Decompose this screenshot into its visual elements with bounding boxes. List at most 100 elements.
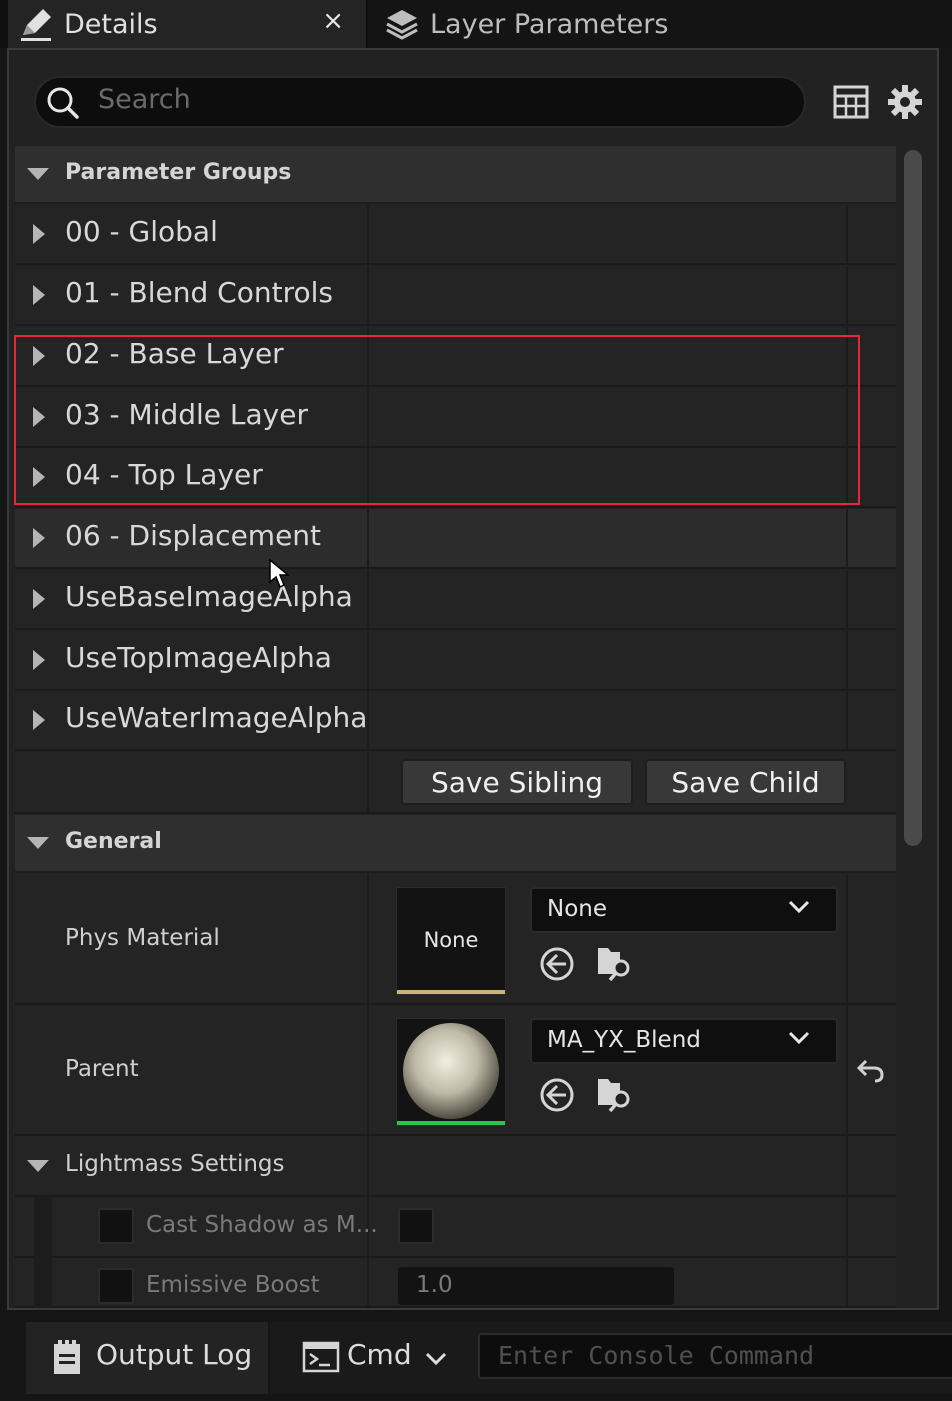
phys-material-thumb-text: None [423, 928, 479, 952]
indent-guide [34, 1197, 52, 1308]
group-label: 00 - Global [65, 215, 218, 248]
parameter-groups-category[interactable]: Parameter Groups [15, 146, 896, 204]
search-placeholder: Search [98, 84, 191, 115]
expand-arrow-icon [33, 650, 45, 670]
group-row-use-base-image-alpha[interactable]: UseBaseImageAlpha [15, 570, 896, 630]
lightmass-settings-header: Lightmass Settings [65, 1151, 285, 1177]
console-placeholder: Enter Console Command [498, 1341, 815, 1370]
tab-details-label: Details [64, 8, 158, 40]
table-view-icon[interactable] [833, 85, 869, 119]
layers-icon [380, 2, 424, 46]
column-divider [846, 1197, 848, 1256]
group-label: 06 - Displacement [65, 519, 322, 552]
expand-arrow-icon [33, 285, 45, 305]
use-selected-asset-icon[interactable] [538, 1076, 576, 1114]
terminal-icon [302, 1341, 340, 1373]
asset-type-bar [397, 990, 505, 994]
group-label: UseWaterImageAlpha [65, 701, 368, 734]
chevron-down-icon [425, 1352, 447, 1366]
output-log-tab[interactable]: Output Log [26, 1322, 268, 1394]
column-divider [846, 1136, 848, 1195]
emissive-boost-override-checkbox[interactable] [98, 1268, 134, 1304]
use-selected-asset-icon[interactable] [538, 945, 576, 983]
cmd-label: Cmd [347, 1338, 412, 1371]
console-command-input[interactable]: Enter Console Command [478, 1333, 952, 1379]
column-divider [846, 1258, 848, 1306]
parent-value: MA_YX_Blend [547, 1027, 701, 1053]
parent-label: Parent [65, 1056, 139, 1082]
lightmass-settings-category[interactable]: Lightmass Settings [15, 1136, 896, 1197]
cast-shadow-label: Cast Shadow as M... [146, 1212, 378, 1238]
emissive-boost-label: Emissive Boost [146, 1272, 320, 1298]
asset-type-bar [397, 1121, 505, 1125]
column-divider [367, 631, 369, 689]
tab-layer-parameters-label: Layer Parameters [430, 8, 669, 40]
tab-details[interactable]: Details × [8, 0, 366, 48]
column-divider [367, 570, 369, 628]
column-divider [846, 266, 848, 324]
search-input[interactable]: Search [34, 76, 806, 128]
chevron-down-icon [788, 900, 810, 914]
group-row-use-water-image-alpha[interactable]: UseWaterImageAlpha [15, 691, 896, 751]
parameter-groups-header: Parameter Groups [65, 160, 292, 185]
save-child-button[interactable]: Save Child [645, 759, 846, 805]
group-label: 01 - Blend Controls [65, 276, 333, 309]
output-log-icon [54, 1340, 80, 1374]
collapse-arrow-icon [27, 837, 49, 849]
emissive-boost-value: 1.0 [416, 1272, 453, 1298]
column-divider [846, 509, 848, 567]
expand-arrow-icon [33, 710, 45, 730]
material-sphere-preview [403, 1023, 499, 1119]
column-divider [367, 509, 369, 567]
phys-material-thumbnail[interactable]: None [396, 887, 506, 995]
cast-shadow-override-checkbox[interactable] [98, 1208, 134, 1244]
general-header: General [65, 829, 162, 854]
expand-arrow-icon [33, 224, 45, 244]
tab-layer-parameters[interactable]: Layer Parameters [368, 0, 952, 48]
expand-arrow-icon [33, 589, 45, 609]
output-log-label: Output Log [96, 1338, 253, 1371]
parent-dropdown[interactable]: MA_YX_Blend [530, 1018, 838, 1064]
column-divider [367, 874, 369, 1003]
emissive-boost-input[interactable]: 1.0 [398, 1267, 674, 1305]
highlight-box [14, 335, 860, 505]
column-divider [846, 631, 848, 689]
group-row-blend-controls[interactable]: 01 - Blend Controls [15, 266, 896, 326]
general-category[interactable]: General [15, 815, 896, 873]
group-row-global[interactable]: 00 - Global [15, 205, 896, 265]
search-icon [47, 87, 79, 119]
edit-details-icon [14, 2, 58, 46]
reset-to-default-icon[interactable] [856, 1058, 886, 1084]
browse-asset-icon[interactable] [596, 1075, 636, 1115]
column-divider [846, 205, 848, 263]
phys-material-dropdown[interactable]: None [530, 887, 838, 933]
group-row-use-top-image-alpha[interactable]: UseTopImageAlpha [15, 631, 896, 691]
column-divider [367, 266, 369, 324]
phys-material-label: Phys Material [65, 925, 220, 951]
column-divider [846, 570, 848, 628]
cast-shadow-checkbox[interactable] [398, 1208, 434, 1244]
group-row-displacement[interactable]: 06 - Displacement [15, 509, 896, 569]
save-sibling-button[interactable]: Save Sibling [401, 759, 633, 805]
column-divider [846, 874, 848, 1003]
phys-material-value: None [547, 896, 608, 922]
parent-thumbnail[interactable] [396, 1018, 506, 1126]
column-divider [367, 752, 369, 812]
close-tab-icon[interactable]: × [322, 6, 344, 36]
expand-arrow-icon [33, 528, 45, 548]
group-label: UseBaseImageAlpha [65, 580, 353, 613]
column-divider [367, 1005, 369, 1134]
mouse-cursor-icon [269, 559, 291, 589]
column-divider [846, 691, 848, 749]
scrollbar-thumb[interactable] [904, 150, 922, 846]
collapse-arrow-icon [27, 168, 49, 180]
gear-icon[interactable] [887, 84, 923, 120]
browse-asset-icon[interactable] [596, 944, 636, 984]
chevron-down-icon [788, 1031, 810, 1045]
column-divider [367, 1136, 369, 1195]
cmd-dropdown[interactable]: Cmd [300, 1335, 460, 1379]
group-label: UseTopImageAlpha [65, 641, 332, 674]
column-divider [367, 205, 369, 263]
collapse-arrow-icon [27, 1160, 49, 1172]
column-divider [367, 1258, 369, 1306]
